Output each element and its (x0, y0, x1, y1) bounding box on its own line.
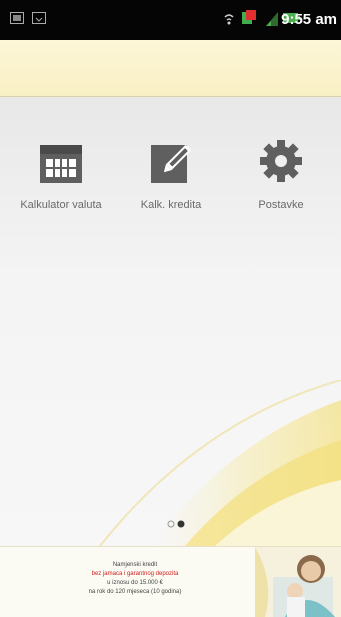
ad-line: Namjenski kredit (112, 562, 158, 568)
gear-icon (260, 140, 302, 182)
status-bar: 9:55 am (0, 0, 341, 40)
edit-pencil-icon (151, 144, 191, 183)
notification-icon (242, 10, 256, 24)
status-time: 9:55 am (281, 11, 337, 28)
download-icon (32, 12, 46, 24)
loan-calculator-item[interactable]: Kalk. kredita (116, 133, 226, 211)
ad-banner[interactable]: Namjenski kredit bez jamaca i garantnog … (0, 546, 341, 617)
ad-line: na rok do 120 mjeseca (10 godina) (88, 589, 182, 595)
settings-item[interactable]: Postavke (226, 133, 336, 211)
menu-item-label: Kalk. kredita (140, 199, 202, 211)
ad-line-highlight: bez jamaca i garantnog depozita (91, 571, 179, 577)
currency-calculator-item[interactable]: Kalkulator valuta (6, 133, 116, 211)
page-indicator[interactable] (167, 519, 193, 529)
menu-item-label: Kalkulator valuta (20, 199, 102, 211)
ad-text: Namjenski kredit bez jamaca i garantnog … (22, 561, 248, 597)
page-dot-1[interactable] (167, 520, 175, 528)
ad-line: u iznosu do 15.000 € (107, 580, 163, 586)
menu-item-label: Postavke (258, 199, 304, 211)
wifi-icon (224, 14, 234, 25)
header-band (0, 40, 341, 97)
page-dot-2-active[interactable] (177, 520, 185, 528)
image-icon (10, 12, 24, 24)
calendar-grid-icon (40, 145, 82, 183)
ad-photo-woman-with-child (255, 547, 341, 617)
signal-icon (266, 12, 278, 26)
